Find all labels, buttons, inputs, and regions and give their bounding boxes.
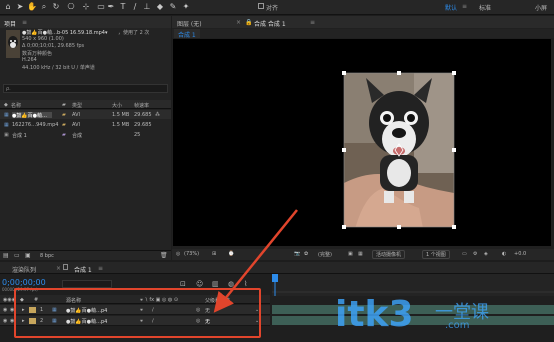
watermark-domain: .com [445,320,470,331]
watermark: itk3 一堂课 .com [335,290,550,340]
watermark-text: itk3 [335,294,414,335]
